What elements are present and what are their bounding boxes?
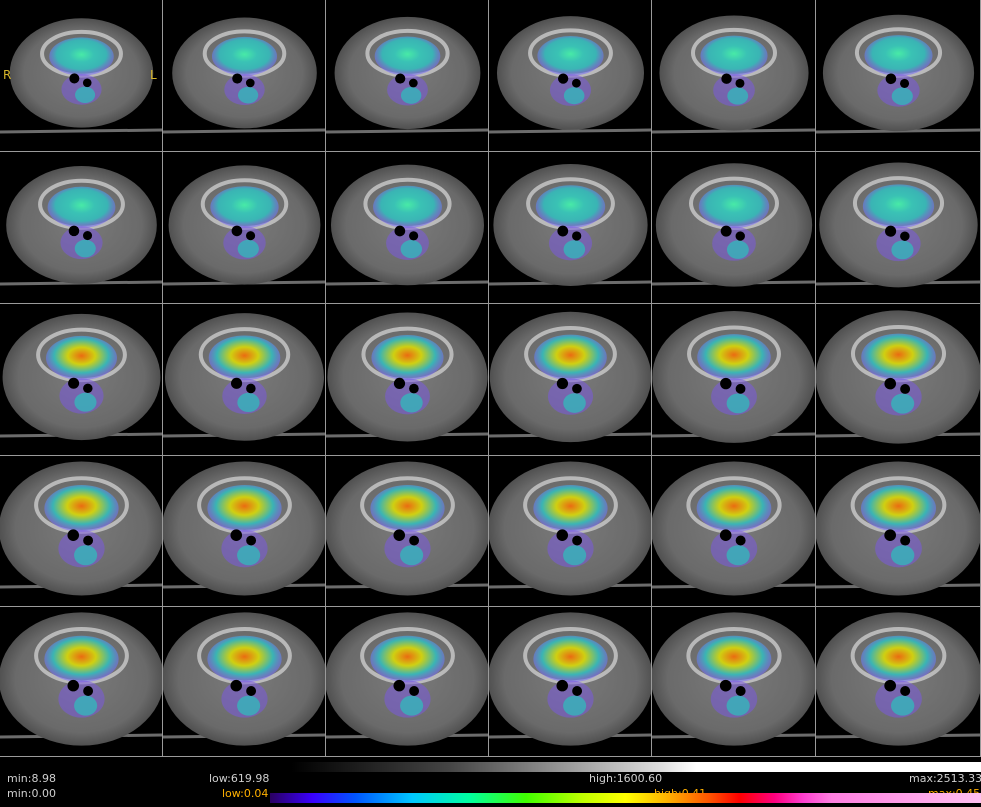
ct-low-label: low:619.98 [209,772,270,785]
pet-ct-slice [816,612,980,746]
slice-tile[interactable] [0,456,163,607]
slice-tile[interactable] [489,456,652,607]
ct-max-label: max:2513.33 [909,772,981,785]
slice-tile[interactable] [816,0,981,152]
pet-ct-slice [163,461,325,596]
slice-tile[interactable] [816,607,981,757]
ct-grayscale-colorbar[interactable] [270,762,981,772]
slice-tile[interactable] [816,456,981,607]
pet-ct-slice [0,461,162,596]
pet-min-label: min:0.00 [7,787,56,800]
pet-ct-slice [652,612,815,746]
pet-ct-slice [652,311,815,443]
pet-low-label: low:0.04 [222,787,269,800]
pet-ct-slice [816,461,980,596]
slice-tile[interactable] [652,0,816,152]
pet-ct-slice [489,612,651,746]
pet-ct-slice [326,461,488,596]
slice-tile[interactable] [0,152,163,304]
pet-ct-slice [163,313,325,441]
orientation-right-label: R [3,68,12,82]
pet-rainbow-colorbar[interactable] [270,793,981,803]
pet-ct-slice [652,163,815,287]
pet-ct-slice [652,15,815,134]
slice-tile[interactable] [326,304,489,456]
pet-ct-slice [489,461,651,596]
pet-ct-slice [0,612,162,746]
slice-tile[interactable] [489,607,652,757]
orientation-left-label: L [150,68,157,82]
pet-ct-slice [326,16,488,134]
pet-ct-slice [489,16,651,134]
slice-grid: RL [0,0,981,757]
slice-tile[interactable] [326,0,489,152]
pet-ct-slice [489,163,651,286]
pet-ct-slice [652,461,815,596]
pet-ct-slice [163,612,325,746]
slice-tile[interactable] [816,304,981,456]
slice-tile[interactable] [489,152,652,304]
slice-tile[interactable] [326,152,489,304]
slice-tile[interactable] [652,304,816,456]
pet-ct-slice [326,164,488,286]
pet-ct-slice [163,165,325,286]
pet-ct-slice [816,310,980,444]
slice-tile[interactable] [0,304,163,456]
pet-ct-slice [489,311,651,443]
slice-tile[interactable] [163,0,326,152]
slice-tile[interactable] [816,152,981,304]
pet-ct-slice [816,162,980,288]
slice-tile[interactable] [163,456,326,607]
slice-tile[interactable] [326,456,489,607]
slice-tile[interactable] [652,607,816,757]
pet-ct-slice [163,17,325,134]
slice-tile[interactable] [489,0,652,152]
slice-tile[interactable] [163,607,326,757]
slice-tile[interactable] [163,152,326,304]
pet-ct-slice [0,166,162,286]
slice-tile[interactable] [652,456,816,607]
ct-min-label: min:8.98 [7,772,56,785]
pet-ct-slice [0,18,162,134]
pet-ct-slice [0,313,162,441]
slice-tile[interactable] [652,152,816,304]
slice-tile[interactable] [489,304,652,456]
pet-ct-slice [326,612,488,746]
slice-tile[interactable] [163,304,326,456]
slice-tile[interactable] [326,607,489,757]
pet-ct-slice [816,14,980,134]
ct-high-label: high:1600.60 [589,772,663,785]
slice-tile[interactable] [0,607,163,757]
slice-tile[interactable]: RL [0,0,163,152]
pet-ct-slice [326,312,488,442]
